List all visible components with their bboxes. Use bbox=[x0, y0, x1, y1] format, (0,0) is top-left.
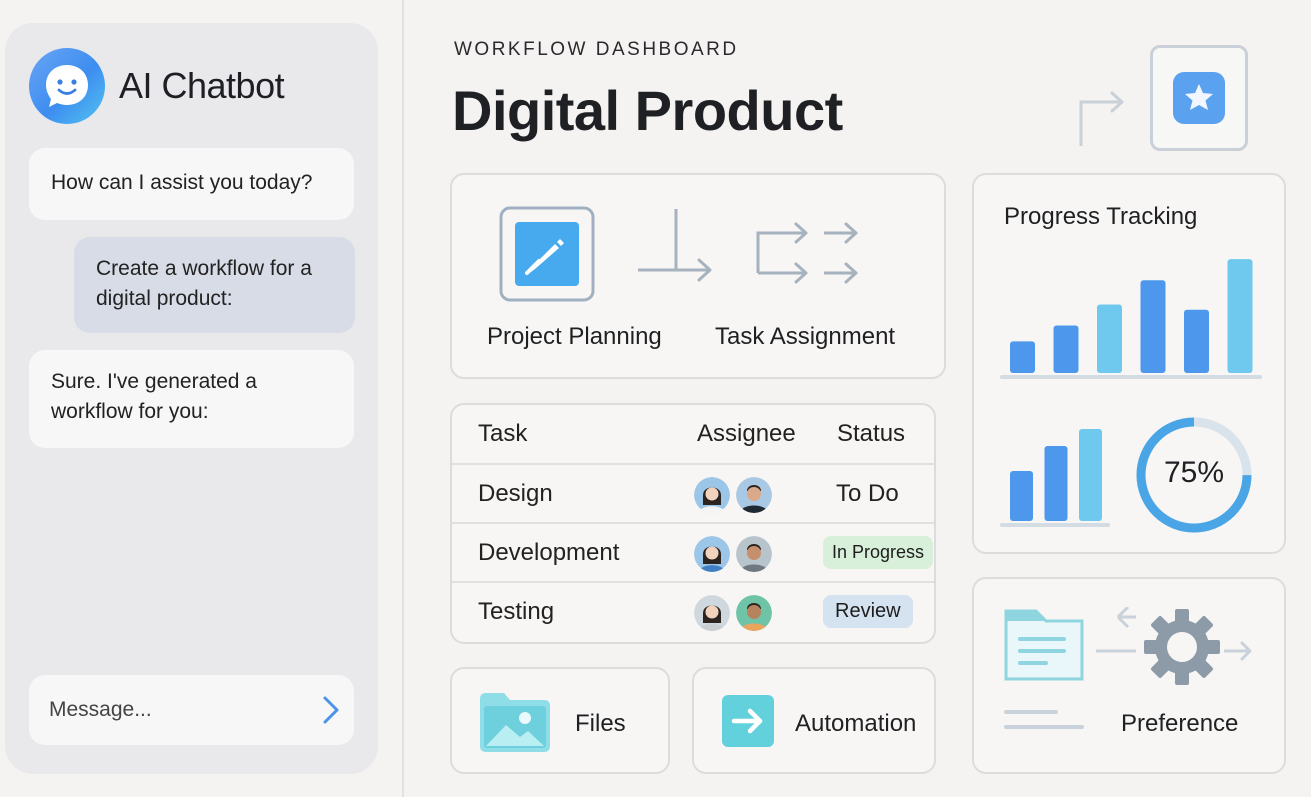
task-name: Design bbox=[478, 480, 553, 507]
bot-message: Sure. I've generated a workflow for you: bbox=[29, 350, 354, 448]
progress-bar-chart bbox=[1000, 259, 1262, 379]
files-label: Files bbox=[575, 710, 626, 737]
preference-tile[interactable]: Preference bbox=[972, 577, 1286, 774]
table-header: Task Assignee Status bbox=[452, 405, 934, 465]
send-button[interactable] bbox=[320, 692, 342, 728]
automation-label: Automation bbox=[795, 710, 917, 737]
chat-title: AI Chatbot bbox=[119, 65, 285, 106]
page-title: Digital Product bbox=[452, 79, 843, 142]
avatar bbox=[694, 477, 730, 513]
sync-gear-icon bbox=[1096, 607, 1252, 685]
chat-header: AI Chatbot bbox=[29, 48, 285, 124]
chart-bar bbox=[1140, 280, 1166, 373]
branch-arrows-icon bbox=[756, 222, 858, 284]
chart-bar bbox=[1010, 341, 1035, 373]
document-icon bbox=[1004, 609, 1084, 681]
chart-baseline bbox=[1000, 523, 1110, 527]
progress-percent: 75% bbox=[1163, 456, 1225, 489]
image-folder-icon bbox=[480, 693, 550, 752]
flow-arrow-icon bbox=[638, 209, 712, 282]
assignee-avatars bbox=[694, 536, 778, 572]
files-tile[interactable]: Files bbox=[450, 667, 670, 774]
chevron-right-icon bbox=[323, 696, 339, 724]
turn-arrow-icon bbox=[1079, 91, 1124, 146]
avatar bbox=[736, 595, 772, 631]
list-lines-icon bbox=[1004, 710, 1084, 729]
status-badge: Review bbox=[823, 595, 913, 628]
avatar bbox=[736, 477, 772, 513]
task-name: Testing bbox=[478, 598, 555, 625]
table-row[interactable]: Testing Review bbox=[452, 581, 934, 640]
chart-bar bbox=[1044, 446, 1068, 521]
avatar bbox=[694, 595, 730, 631]
table-row[interactable]: Development In Progress bbox=[452, 522, 934, 581]
favorite-button[interactable] bbox=[1150, 45, 1248, 151]
automation-tile[interactable]: Automation bbox=[692, 667, 936, 774]
task-assignment-label: Task Assignment bbox=[715, 323, 896, 350]
status-badge: In Progress bbox=[823, 536, 934, 569]
column-header-status: Status bbox=[837, 420, 906, 447]
secondary-bar-chart bbox=[1000, 429, 1110, 527]
column-header-task: Task bbox=[478, 420, 528, 447]
workflow-steps-card: Project Planning Task Assignment bbox=[450, 173, 946, 379]
status-text: To Do bbox=[836, 480, 899, 507]
avatar bbox=[694, 536, 730, 572]
column-header-assignee: Assignee bbox=[697, 420, 796, 447]
star-icon bbox=[1173, 72, 1225, 124]
bot-message: How can I assist you today? bbox=[29, 148, 354, 220]
avatar bbox=[736, 536, 772, 572]
preference-label: Preference bbox=[1121, 710, 1239, 737]
chart-bar bbox=[1097, 304, 1122, 373]
edit-icon bbox=[499, 206, 595, 302]
chatbot-face-icon bbox=[29, 48, 105, 124]
arrow-right-icon bbox=[722, 695, 774, 747]
table-row[interactable]: Design To Do bbox=[452, 463, 934, 522]
project-planning-label: Project Planning bbox=[487, 323, 662, 350]
chart-bar bbox=[1227, 259, 1253, 373]
assignee-avatars bbox=[694, 477, 778, 513]
dashboard-eyebrow: WORKFLOW DASHBOARD bbox=[454, 39, 739, 60]
user-message: Create a workflow for a digital product: bbox=[74, 237, 355, 333]
task-table: Task Assignee Status Design To Do Develo… bbox=[450, 403, 936, 644]
assignee-avatars bbox=[694, 595, 778, 631]
chat-panel: AI Chatbot How can I assist you today? C… bbox=[5, 23, 378, 774]
panel-divider bbox=[402, 0, 404, 797]
chart-baseline bbox=[1000, 375, 1262, 379]
progress-tracking-card: Progress Tracking 75% bbox=[972, 173, 1286, 554]
chart-bar bbox=[1053, 325, 1079, 373]
chart-bar bbox=[1184, 309, 1209, 373]
chart-bar bbox=[1079, 429, 1102, 521]
progress-tracking-title: Progress Tracking bbox=[1004, 203, 1198, 230]
chart-bar bbox=[1010, 471, 1033, 521]
message-input[interactable] bbox=[49, 698, 320, 722]
message-composer bbox=[29, 675, 354, 745]
task-name: Development bbox=[478, 539, 620, 566]
